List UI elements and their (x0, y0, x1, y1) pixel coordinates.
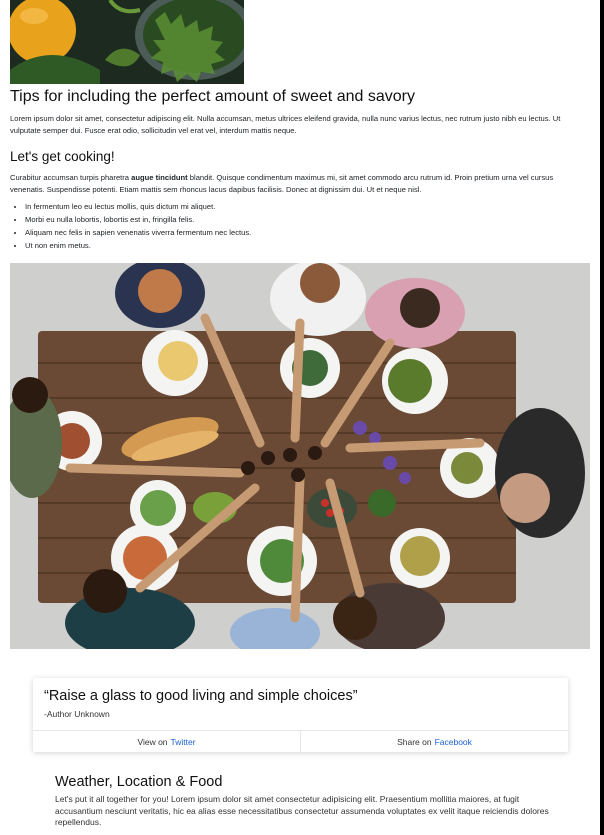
bullet-list: In fermentum leo eu lectus mollis, quis … (10, 200, 251, 252)
page: Tips for including the perfect amount of… (0, 0, 604, 835)
section-title-cooking: Let's get cooking! (10, 149, 115, 164)
food-photo-icon (10, 0, 244, 84)
section-paragraph: Lorem ipsum dolor sit amet, consectetur … (10, 114, 561, 135)
quote-card: “Raise a glass to good living and simple… (33, 678, 568, 753)
section-title-sweet-savory: Tips for including the perfect amount of… (10, 88, 415, 105)
header-food-image (10, 0, 244, 84)
list-item: Aliquam nec felis in sapien venenatis vi… (25, 226, 251, 239)
list-item: In fermentum leo eu lectus mollis, quis … (25, 200, 251, 213)
dinner-table-photo (10, 263, 590, 649)
section-title-weather: Weather, Location & Food (55, 774, 223, 790)
share-prefix: Share on (397, 737, 432, 747)
view-prefix: View on (137, 737, 168, 747)
facebook-link[interactable]: Facebook (435, 737, 472, 747)
bold-link-text: augue tincidunt (131, 173, 188, 182)
share-on-facebook: Share on Facebook (300, 731, 568, 753)
view-on-twitter: View on Twitter (33, 731, 300, 753)
twitter-link[interactable]: Twitter (171, 737, 196, 747)
list-item: Ut non enim metus. (25, 239, 251, 252)
section-paragraph: Curabitur accumsan turpis pharetra augue… (10, 172, 580, 195)
quote-author: -Author Unknown (44, 709, 110, 719)
dinner-table-photo-icon (10, 263, 590, 649)
quote-text: “Raise a glass to good living and simple… (44, 688, 358, 704)
list-item: Morbi eu nulla lobortis, lobortis est in… (25, 213, 251, 226)
quote-footer: View on Twitter Share on Facebook (33, 730, 568, 753)
paragraph-text: Curabitur accumsan turpis pharetra (10, 173, 132, 182)
section-paragraph: Let's put it all together for you! Lorem… (55, 794, 549, 827)
